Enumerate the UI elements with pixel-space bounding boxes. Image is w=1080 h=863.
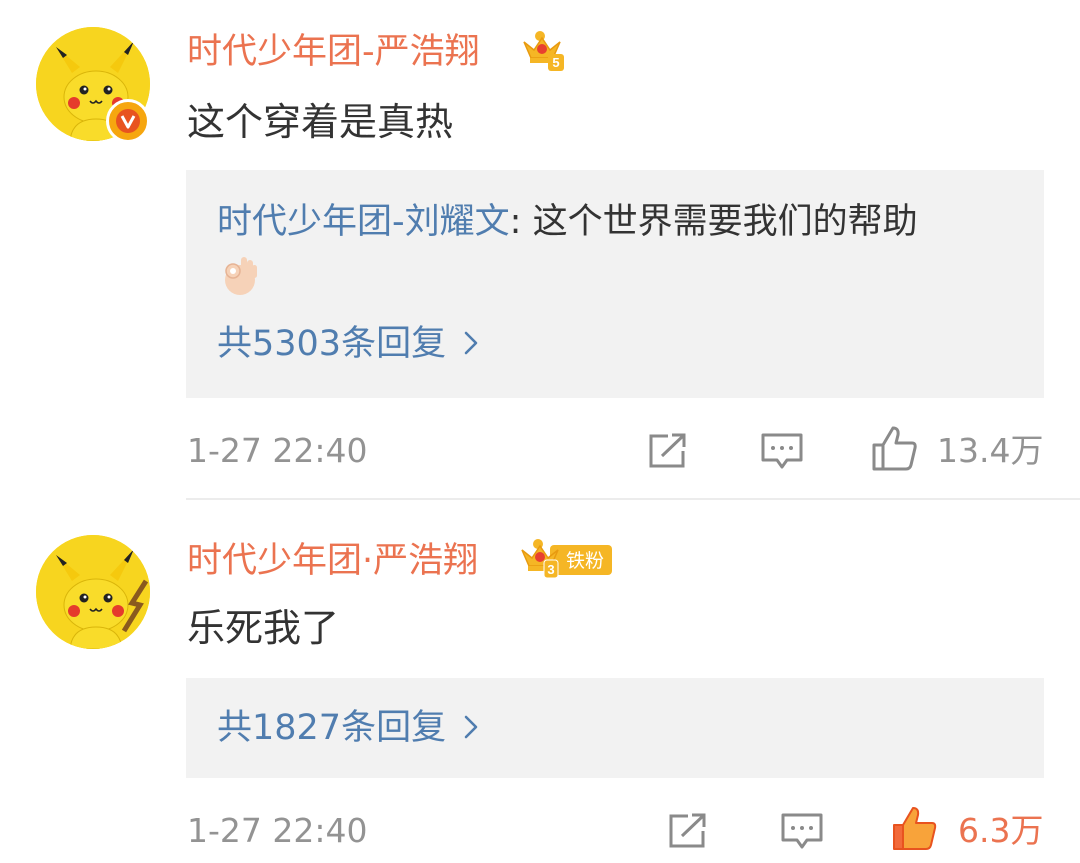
reply-author[interactable]: 时代少年团-刘耀文 [217, 202, 510, 242]
reply-preview: 时代少年团-刘耀文: 这个世界需要我们的帮助 [217, 199, 918, 245]
like-count: 13.4万 [937, 431, 1044, 470]
avatar[interactable] [36, 535, 150, 649]
reply-count-label: 共5303条回复 [217, 324, 447, 364]
reply-count-label: 共1827条回复 [217, 708, 447, 748]
like-icon[interactable] [871, 425, 919, 471]
like-icon-active[interactable] [891, 805, 939, 851]
repost-icon[interactable] [666, 811, 710, 851]
comment-icon[interactable] [780, 811, 824, 851]
chevron-right-icon [464, 321, 478, 367]
verified-v-icon [106, 99, 150, 143]
reply-count-link[interactable]: 共1827条回复 [217, 705, 478, 751]
ok-hand-emoji [225, 257, 257, 295]
svg-text:3: 3 [547, 562, 554, 577]
username[interactable]: 时代少年团·严浩翔 [187, 539, 478, 583]
reply-count-link[interactable]: 共5303条回复 [217, 321, 478, 367]
comment-icon[interactable] [760, 431, 804, 471]
comment-time: 1-27 22:40 [187, 811, 368, 850]
reply-separator: : [509, 202, 533, 242]
username[interactable]: 时代少年团-严浩翔 [187, 30, 480, 74]
reply-preview-box[interactable]: 时代少年团-刘耀文: 这个世界需要我们的帮助 共5303条回复 [186, 170, 1044, 398]
comment-time: 1-27 22:40 [187, 431, 368, 470]
reply-preview-box[interactable]: 共1827条回复 [186, 678, 1044, 778]
repost-icon[interactable] [646, 431, 690, 471]
comment-text: 这个穿着是真热 [187, 100, 454, 144]
pikachu-avatar [36, 535, 150, 649]
comment-text: 乐死我了 [187, 606, 340, 650]
comment-item: 时代少年团·严浩翔 3 铁粉 乐死我了 共1827条回复 1-27 22:40 [0, 500, 1080, 863]
reply-text: 这个世界需要我们的帮助 [532, 202, 918, 242]
svg-text:5: 5 [552, 55, 559, 70]
comment-list: 时代少年团-严浩翔 5 这个穿着是真热 时代少年团-刘耀文: 这个世界需要我们的… [0, 0, 1080, 863]
comment-item: 时代少年团-严浩翔 5 这个穿着是真热 时代少年团-刘耀文: 这个世界需要我们的… [0, 0, 1080, 498]
vip-fan-badge-icon: 3 铁粉 [521, 539, 612, 579]
like-count: 6.3万 [958, 811, 1044, 850]
chevron-right-icon [464, 705, 478, 751]
svg-text:铁粉: 铁粉 [566, 550, 604, 572]
vip-crown-icon: 5 [523, 31, 564, 71]
